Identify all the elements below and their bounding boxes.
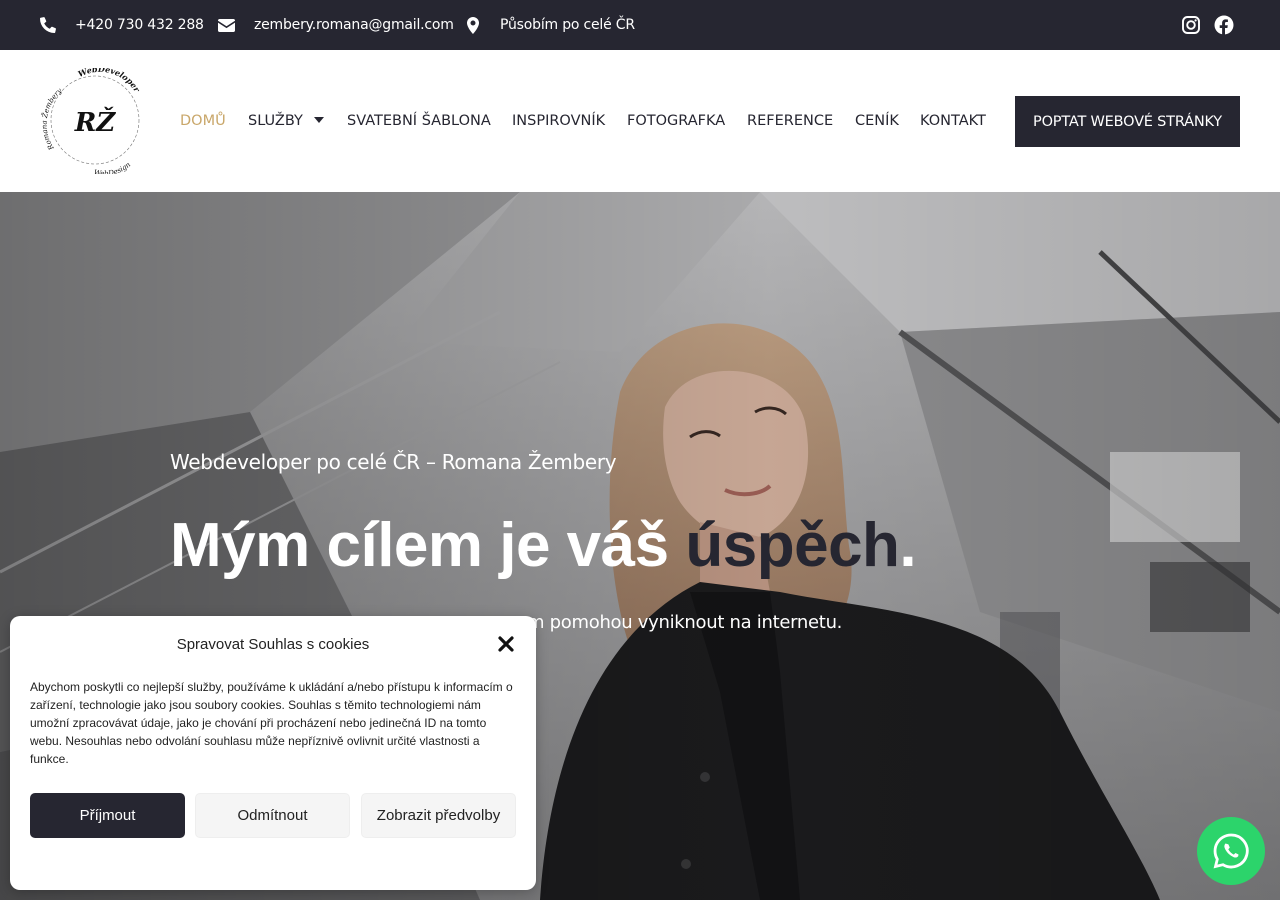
top-bar: +420 730 432 288 zembery.romana@gmail.co… [0,0,1280,50]
hero-title: Mým cílem je váš úspěch. [170,508,917,584]
request-website-button[interactable]: POPTAT WEBOVÉ STRÁNKY [1015,96,1240,147]
email-contact[interactable]: zembery.romana@gmail.com [218,0,454,50]
map-pin-icon [467,16,479,34]
accept-cookies-button[interactable]: Příjmout [30,793,185,838]
logo-ring-top: WebDeveloper [76,68,142,94]
nav-item-inspirovnik[interactable]: INSPIROVNÍK [512,111,605,131]
location-text: Působím po celé ČR [500,17,635,33]
phone-icon [40,17,56,33]
svg-text:Romana Žembery: Romana Žembery [40,86,64,152]
hero-description: m pomohou vyniknout na internetu. [527,612,843,633]
deny-cookies-button[interactable]: Odmítnout [195,793,350,838]
hero-title-accent: úspěch [685,511,900,580]
email-text: zembery.romana@gmail.com [254,17,454,33]
close-icon[interactable] [497,635,515,653]
cookie-preferences-button[interactable]: Zobrazit předvolby [361,793,516,838]
phone-contact[interactable]: +420 730 432 288 [40,0,204,50]
svg-text:WebDesign: WebDesign [93,160,132,174]
logo-monogram: RŽ [74,106,117,138]
site-header: WebDeveloper Romana Žembery WebDesign RŽ… [0,50,1280,192]
cookie-title: Spravovat Souhlas s cookies [176,636,370,653]
nav-item-sluzby[interactable]: SLUŽBY [248,111,303,131]
nav-item-kontakt[interactable]: KONTAKT [920,111,986,131]
envelope-icon [218,18,235,32]
hero-title-main: Mým cílem je váš [170,511,686,580]
instagram-icon[interactable] [1181,15,1201,35]
facebook-icon[interactable] [1214,15,1234,35]
phone-text: +420 730 432 288 [75,17,204,33]
nav-item-svatebni-sablona[interactable]: SVATEBNÍ ŠABLONA [347,111,491,131]
whatsapp-icon [1213,833,1249,869]
hero-subtitle: Webdeveloper po celé ČR – Romana Žembery [170,450,617,474]
nav-item-fotografka[interactable]: FOTOGRAFKA [627,111,725,131]
site-logo[interactable]: WebDeveloper Romana Žembery WebDesign RŽ [40,68,150,174]
chevron-down-icon[interactable] [314,117,324,123]
logo-ring-bottom: WebDesign [93,160,132,174]
cookie-text: Abychom poskytli co nejlepší služby, pou… [30,680,513,766]
cookie-consent-dialog: Spravovat Souhlas s cookies Abychom posk… [10,616,536,890]
svg-text:WebDeveloper: WebDeveloper [76,68,142,94]
location-info: Působím po celé ČR [467,0,635,50]
nav-item-domu[interactable]: DOMŮ [180,111,226,131]
nav-item-cenik[interactable]: CENÍK [855,111,899,131]
logo-ring-left: Romana Žembery [40,86,64,152]
whatsapp-button[interactable] [1197,817,1265,885]
hero-title-end: . [899,511,917,580]
nav-item-reference[interactable]: REFERENCE [747,111,833,131]
